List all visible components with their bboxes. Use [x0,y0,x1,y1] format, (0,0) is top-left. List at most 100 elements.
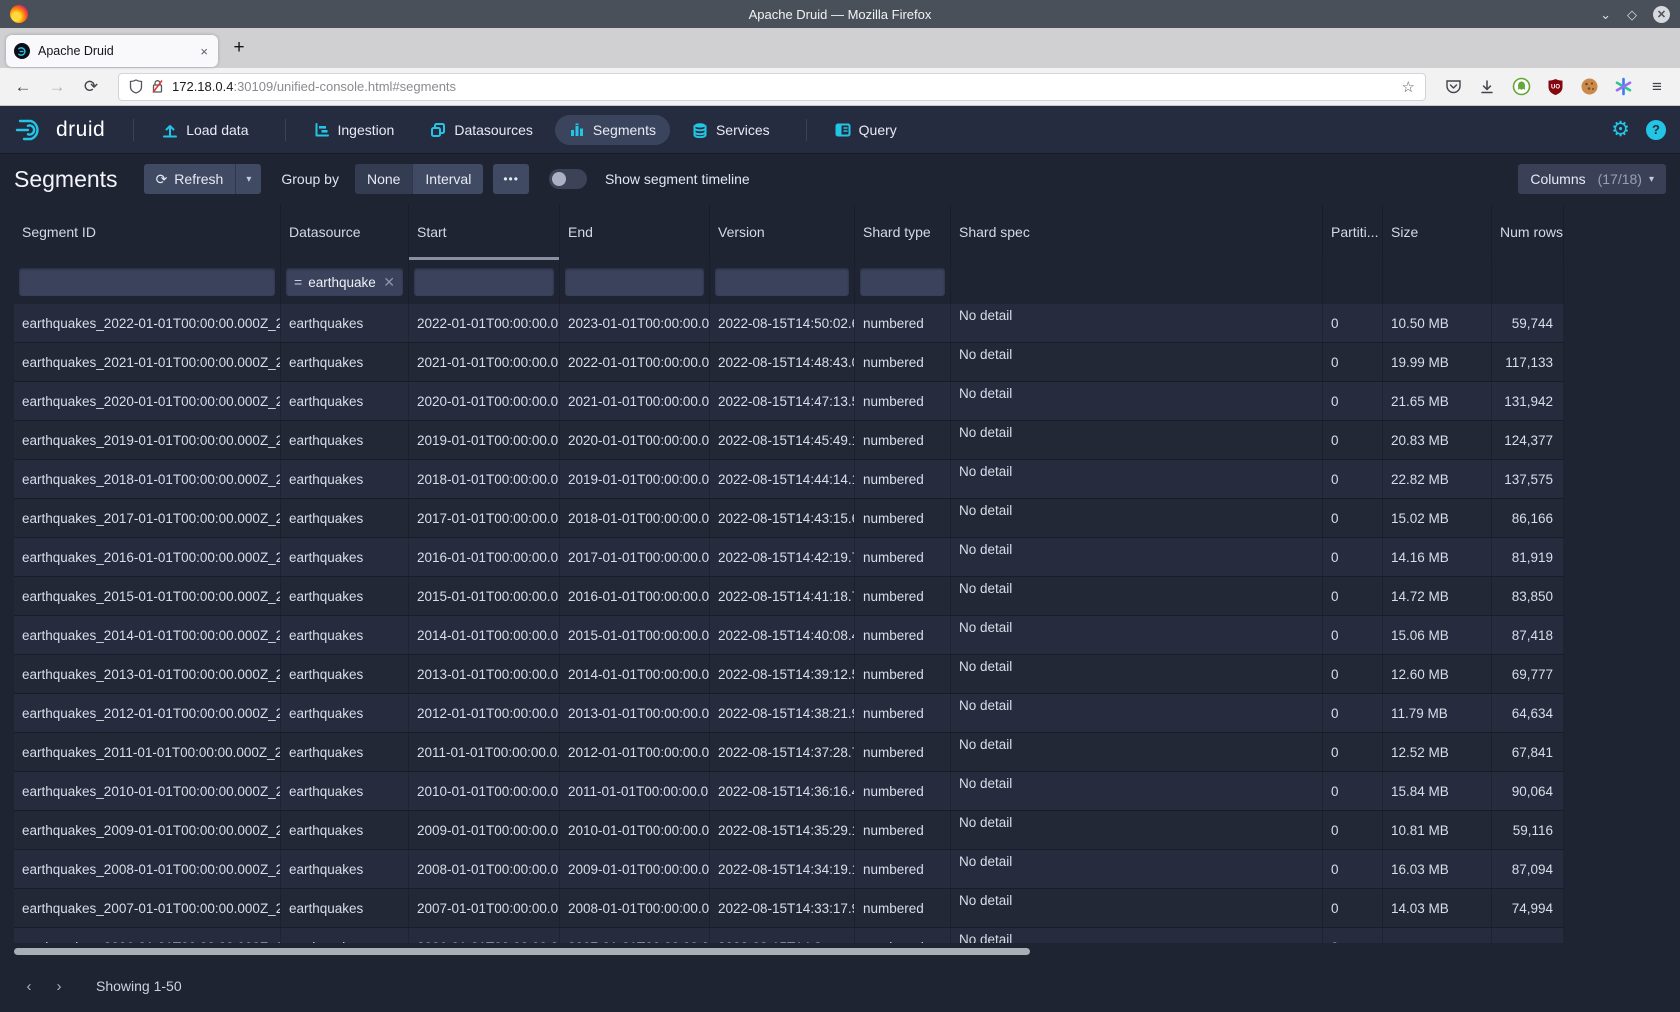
column-header-end[interactable]: End [560,204,710,260]
cell-end: 2013-01-01T00:00:00.0... [560,694,710,732]
url-bar[interactable]: 172.18.0.4:30109/unified-console.html#se… [118,73,1426,101]
browser-tab[interactable]: Apache Druid × [6,35,218,67]
reload-button[interactable]: ⟳ [76,73,106,101]
table-filter-row: = earthquake ✕ [14,260,1564,304]
cell-shard-type: numbered [855,382,951,420]
nav-item-datasources[interactable]: Datasources [416,115,547,145]
cell-segment-id: earthquakes_2013-01-01T00:00:00.000Z_2..… [14,655,281,693]
filter-remove-icon[interactable]: ✕ [383,274,395,291]
druid-brand[interactable]: druid [14,117,105,143]
segment-timeline-toggle[interactable] [549,169,587,189]
cell-datasource: earthquakes [281,850,409,888]
table-row[interactable]: earthquakes_2018-01-01T00:00:00.000Z_2..… [14,460,1564,499]
filter-input-end[interactable] [565,268,704,296]
window-minimize-icon[interactable]: ⌄ [1600,8,1611,21]
table-row[interactable]: earthquakes_2021-01-01T00:00:00.000Z_2..… [14,343,1564,382]
extension-containers-icon[interactable] [1608,73,1638,101]
previous-page-button[interactable]: ‹ [14,971,44,1001]
cell-segment-id: earthquakes_2021-01-01T00:00:00.000Z_2..… [14,343,281,381]
table-row[interactable]: earthquakes_2020-01-01T00:00:00.000Z_2..… [14,382,1564,421]
cell-num-rows: 131,942 [1492,382,1564,420]
extension-cookie-icon[interactable] [1574,73,1604,101]
cell-partitions: 0 [1323,811,1383,849]
download-icon[interactable] [1472,73,1502,101]
filter-input-version[interactable] [715,268,849,296]
filter-input-datasource[interactable]: = earthquake ✕ [286,268,403,296]
group-by-interval-button[interactable]: Interval [412,164,483,194]
pocket-icon[interactable] [1438,73,1468,101]
insecure-lock-icon[interactable] [151,79,164,94]
cell-size: 22.82 MB [1383,460,1492,498]
help-icon[interactable]: ? [1646,120,1666,140]
column-header-size[interactable]: Size [1383,204,1492,260]
window-titlebar: Apache Druid — Mozilla Firefox ⌄ ◇ ✕ [0,0,1680,28]
nav-item-ingestion[interactable]: Ingestion [300,115,409,145]
extension-ublock-icon[interactable]: UO [1540,73,1570,101]
cell-shard-spec: No detail [951,460,1323,498]
filter-input-start[interactable] [414,268,554,296]
browser-toolbar: ← → ⟳ 172.18.0.4:30109/unified-console.h… [0,68,1680,106]
refresh-button[interactable]: ⟳ Refresh [144,164,236,194]
cell-size: 11.79 MB [1383,694,1492,732]
columns-button[interactable]: Columns(17/18) ▾ [1518,164,1666,194]
filter-input-segment-id[interactable] [19,268,275,296]
more-actions-button[interactable]: ••• [493,164,529,194]
column-header-partitions[interactable]: Partiti... [1323,204,1383,260]
columns-count: (17/18) [1598,171,1642,187]
table-row[interactable]: earthquakes_2010-01-01T00:00:00.000Z_2..… [14,772,1564,811]
column-header-shard-spec[interactable]: Shard spec [951,204,1323,260]
column-header-num-rows[interactable]: Num rows [1492,204,1564,260]
chevron-down-icon: ▾ [246,174,251,185]
table-row[interactable]: earthquakes_2011-01-01T00:00:00.000Z_2..… [14,733,1564,772]
cell-segment-id: earthquakes_2007-01-01T00:00:00.000Z_2..… [14,889,281,927]
table-row[interactable]: earthquakes_2014-01-01T00:00:00.000Z_2..… [14,616,1564,655]
services-icon [692,122,708,138]
table-row[interactable]: earthquakes_2017-01-01T00:00:00.000Z_2..… [14,499,1564,538]
back-button[interactable]: ← [8,73,38,101]
tracking-shield-icon[interactable] [129,79,143,94]
table-row[interactable]: earthquakes_2019-01-01T00:00:00.000Z_2..… [14,421,1564,460]
window-close-icon[interactable]: ✕ [1653,6,1670,23]
cell-shard-spec: No detail [951,850,1323,888]
column-header-datasource[interactable]: Datasource [281,204,409,260]
group-by-none-button[interactable]: None [355,164,412,194]
filter-input-shard-type[interactable] [860,268,945,296]
menu-hamburger-icon[interactable]: ≡ [1642,73,1672,101]
cell-segment-id: earthquakes_2009-01-01T00:00:00.000Z_2..… [14,811,281,849]
table-row[interactable]: earthquakes_2008-01-01T00:00:00.000Z_2..… [14,850,1564,889]
table-row[interactable]: earthquakes_2015-01-01T00:00:00.000Z_2..… [14,577,1564,616]
forward-button[interactable]: → [42,73,72,101]
table-row[interactable]: earthquakes_2022-01-01T00:00:00.000Z_2..… [14,304,1564,343]
table-row-partial[interactable]: earthquakes_2006-01-01T00:00:00.000Z_2..… [14,928,1564,943]
cell-segment-id: earthquakes_2014-01-01T00:00:00.000Z_2..… [14,616,281,654]
cell-version: 2022-08-15T14:48:43.0... [710,343,855,381]
table-row[interactable]: earthquakes_2007-01-01T00:00:00.000Z_2..… [14,889,1564,928]
table-row[interactable]: earthquakes_2012-01-01T00:00:00.000Z_2..… [14,694,1564,733]
window-maximize-icon[interactable]: ◇ [1627,8,1637,21]
toggle-knob [552,172,566,186]
column-header-version[interactable]: Version [710,204,855,260]
column-header-start[interactable]: Start [409,204,560,260]
table-row[interactable]: earthquakes_2013-01-01T00:00:00.000Z_2..… [14,655,1564,694]
refresh-dropdown-button[interactable]: ▾ [235,164,261,194]
nav-item-segments[interactable]: Segments [555,115,670,145]
extension-ghostery-icon[interactable] [1506,73,1536,101]
tab-close-icon[interactable]: × [198,44,210,59]
cell-version: 2022-08-15T14:43:15.6... [710,499,855,537]
table-row[interactable]: earthquakes_2016-01-01T00:00:00.000Z_2..… [14,538,1564,577]
next-page-button[interactable]: › [44,971,74,1001]
nav-item-services[interactable]: Services [678,115,784,145]
new-tab-button[interactable]: + [224,33,254,63]
column-header-segment-id[interactable]: Segment ID [14,204,281,260]
bookmark-star-icon[interactable]: ☆ [1402,78,1415,96]
horizontal-scrollbar[interactable] [14,948,1030,955]
cell-partitions: 0 [1323,733,1383,771]
nav-item-load-data[interactable]: Load data [148,115,262,145]
cell-datasource: earthquakes [281,889,409,927]
column-header-shard-type[interactable]: Shard type [855,204,951,260]
nav-item-query[interactable]: Query [821,115,911,145]
cell-shard-spec: No detail [951,694,1323,732]
table-row[interactable]: earthquakes_2009-01-01T00:00:00.000Z_2..… [14,811,1564,850]
cell-start: 2020-01-01T00:00:00.0... [409,382,560,420]
settings-gear-icon[interactable]: ⚙ [1611,119,1630,140]
